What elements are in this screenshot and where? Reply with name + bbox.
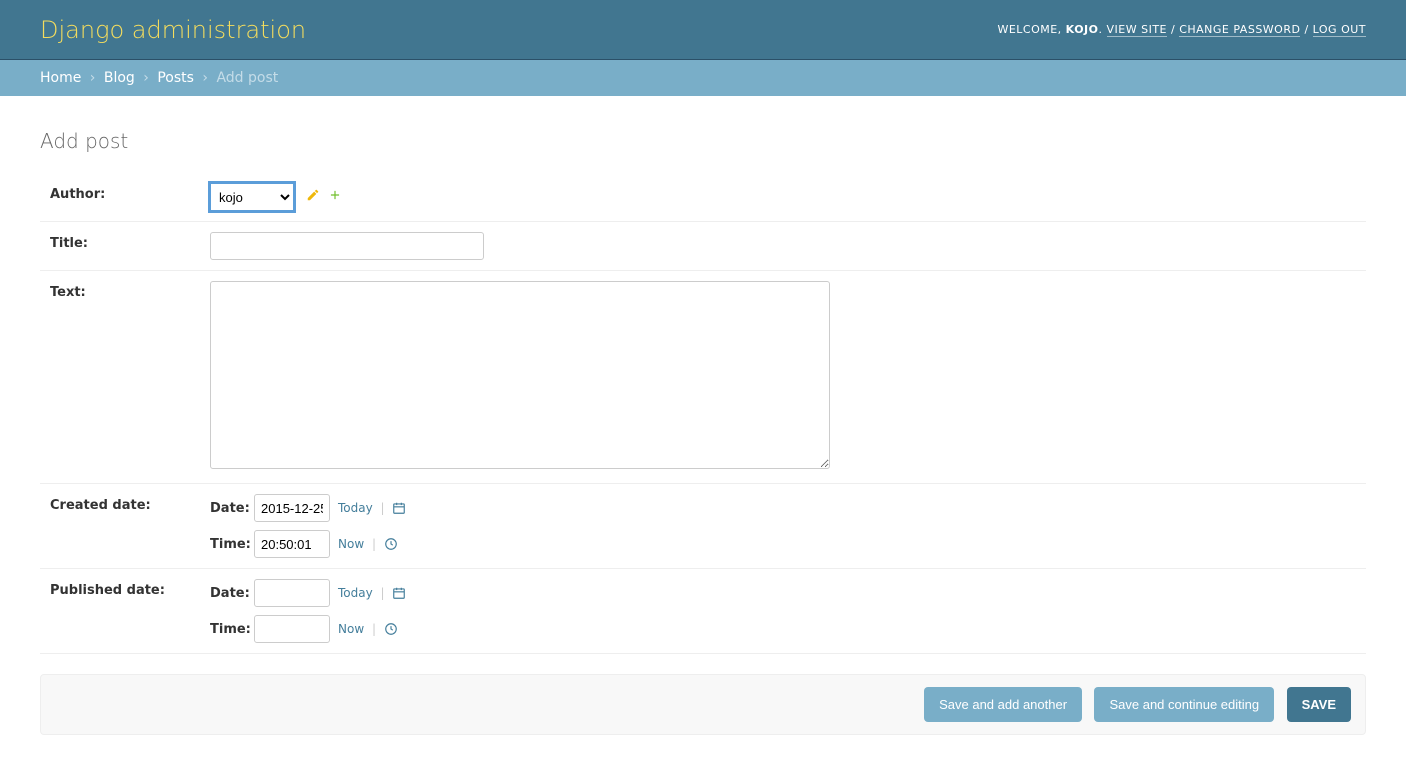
branding-title[interactable]: Django administration [40,16,306,44]
created-date-row: Date: Today | [210,494,1356,522]
breadcrumb-home[interactable]: Home [40,70,81,86]
published-date-sublabel: Date: [210,586,254,601]
text-textarea[interactable] [210,281,830,469]
published-time-now-link[interactable]: Now [338,622,364,636]
created-date-today-link[interactable]: Today [338,501,373,515]
created-time-sublabel: Time: [210,537,254,552]
published-time-input[interactable] [254,615,330,643]
calendar-icon[interactable] [392,501,406,515]
clock-icon[interactable] [384,537,398,551]
author-label: Author: [50,183,210,202]
title-input[interactable] [210,232,484,260]
header: Django administration WELCOME, KOJO. VIE… [0,0,1406,60]
published-date-label: Published date: [50,579,210,598]
save-add-another-button[interactable]: Save and add another [924,687,1082,722]
welcome-text: WELCOME, [997,23,1065,36]
view-site-link[interactable]: VIEW SITE [1107,23,1168,37]
calendar-icon[interactable] [392,586,406,600]
form-row-published-date: Published date: Date: Today | Time: [40,569,1366,654]
published-date-today-link[interactable]: Today [338,586,373,600]
created-time-input[interactable] [254,530,330,558]
save-continue-button[interactable]: Save and continue editing [1094,687,1274,722]
form-row-author: Author: kojo [40,173,1366,222]
form-row-title: Title: [40,222,1366,271]
page-title: Add post [40,129,1366,153]
submit-row: Save and add another Save and continue e… [40,674,1366,735]
plus-icon[interactable] [328,188,342,206]
breadcrumb-current: Add post [216,70,278,86]
author-select[interactable]: kojo [210,183,294,211]
breadcrumb-model[interactable]: Posts [157,70,194,86]
published-date-input[interactable] [254,579,330,607]
created-date-sublabel: Date: [210,501,254,516]
username: KOJO [1066,23,1099,36]
created-time-now-link[interactable]: Now [338,537,364,551]
created-date-input[interactable] [254,494,330,522]
title-label: Title: [50,232,210,251]
form-row-created-date: Created date: Date: Today | Time: [40,484,1366,569]
created-date-label: Created date: [50,494,210,513]
logout-link[interactable]: LOG OUT [1313,23,1366,37]
change-password-link[interactable]: CHANGE PASSWORD [1179,23,1300,37]
user-tools: WELCOME, KOJO. VIEW SITE / CHANGE PASSWO… [997,23,1366,36]
save-button[interactable]: SAVE [1287,687,1351,722]
form-fieldset: Author: kojo Title: [40,173,1366,654]
published-time-row: Time: Now | [210,615,1356,643]
pencil-icon[interactable] [306,188,320,206]
text-label: Text: [50,281,210,300]
form-row-text: Text: [40,271,1366,484]
content: Add post Author: kojo Title [0,96,1406,755]
clock-icon[interactable] [384,622,398,636]
breadcrumb-app[interactable]: Blog [104,70,135,86]
published-date-row: Date: Today | [210,579,1356,607]
created-time-row: Time: Now | [210,530,1356,558]
published-time-sublabel: Time: [210,622,254,637]
breadcrumbs: Home › Blog › Posts › Add post [0,60,1406,96]
